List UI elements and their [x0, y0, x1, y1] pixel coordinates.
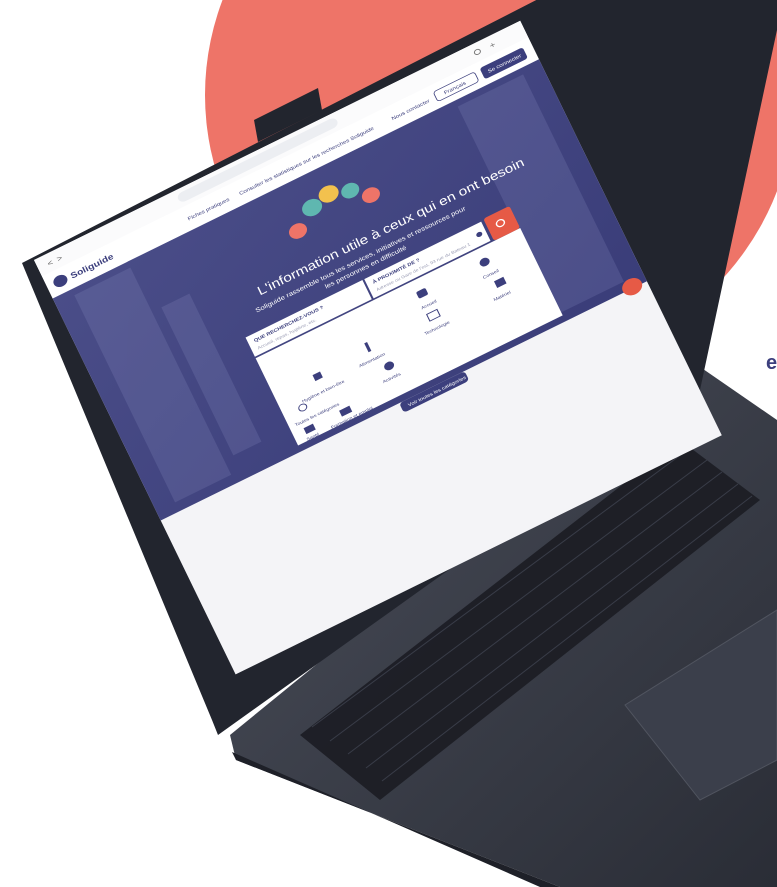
- laptop-mockup: < > + Soliguide Fiches pratiques Consult…: [22, 0, 777, 887]
